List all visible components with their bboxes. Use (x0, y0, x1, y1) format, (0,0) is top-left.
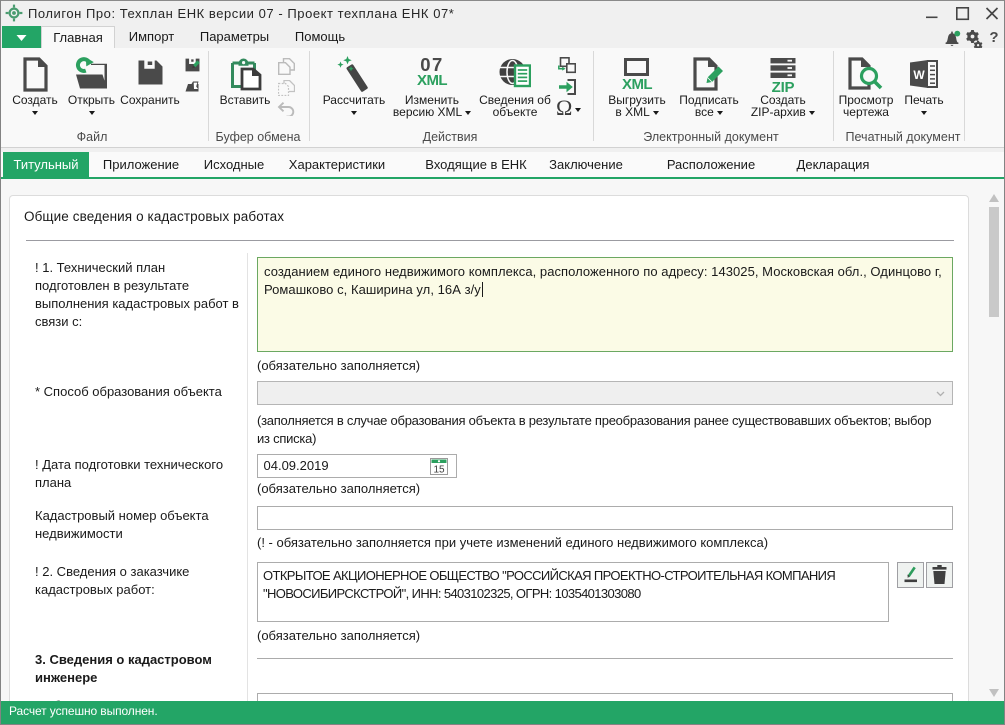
svg-text:W: W (913, 68, 925, 82)
svg-text:?: ? (989, 29, 998, 46)
svg-text:15: 15 (433, 465, 445, 476)
